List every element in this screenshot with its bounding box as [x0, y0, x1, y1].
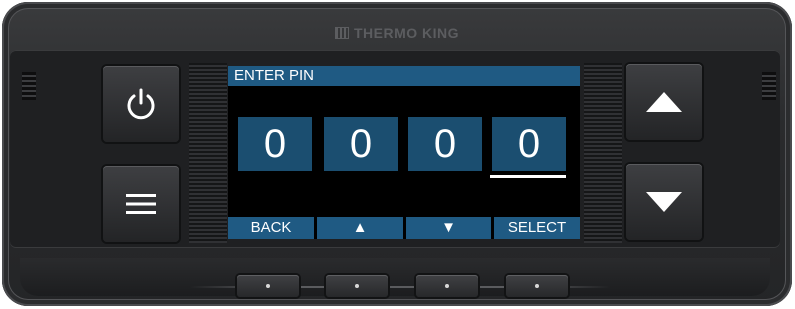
pin-digit-2[interactable]: 0: [324, 117, 398, 171]
pin-digit-1[interactable]: 0: [238, 117, 312, 171]
right-speaker-grille: [762, 72, 776, 100]
pin-digit-3[interactable]: 0: [408, 117, 482, 171]
hard-key-4[interactable]: [506, 275, 568, 297]
brand-name: THERMO KING: [353, 25, 460, 41]
right-ribbed-trim: [584, 63, 622, 243]
left-speaker-grille: [22, 72, 36, 100]
key-dot-icon: [445, 284, 449, 288]
softkey-select[interactable]: SELECT: [494, 217, 580, 239]
arrow-up-icon: [646, 92, 682, 112]
pin-digit-4[interactable]: 0: [492, 117, 566, 171]
screen-title: ENTER PIN: [228, 66, 580, 86]
hard-key-3[interactable]: [416, 275, 478, 297]
brand-logo: THERMO KING: [2, 25, 792, 41]
key-dot-icon: [266, 284, 270, 288]
menu-button[interactable]: [103, 166, 179, 242]
lcd-screen: ENTER PIN 0 0 0 0 BACK ▲ ▼ SELECT: [228, 66, 580, 239]
softkey-back[interactable]: BACK: [228, 217, 314, 239]
bottom-key-strip: [20, 258, 770, 296]
arrow-down-icon: [646, 192, 682, 212]
hard-key-1[interactable]: [237, 275, 299, 297]
up-button[interactable]: [626, 64, 702, 140]
softkey-down[interactable]: ▼: [406, 217, 491, 239]
down-button[interactable]: [626, 164, 702, 240]
power-button[interactable]: [103, 66, 179, 142]
softkey-bar: BACK ▲ ▼ SELECT: [228, 217, 580, 239]
hard-key-2[interactable]: [326, 275, 388, 297]
softkey-up[interactable]: ▲: [317, 217, 403, 239]
power-icon: [127, 88, 155, 120]
left-ribbed-trim: [189, 63, 227, 243]
key-dot-icon: [535, 284, 539, 288]
menu-icon: [126, 194, 156, 214]
active-digit-cursor: [490, 175, 566, 178]
key-dot-icon: [355, 284, 359, 288]
thermo-king-logo-icon: [334, 27, 349, 39]
